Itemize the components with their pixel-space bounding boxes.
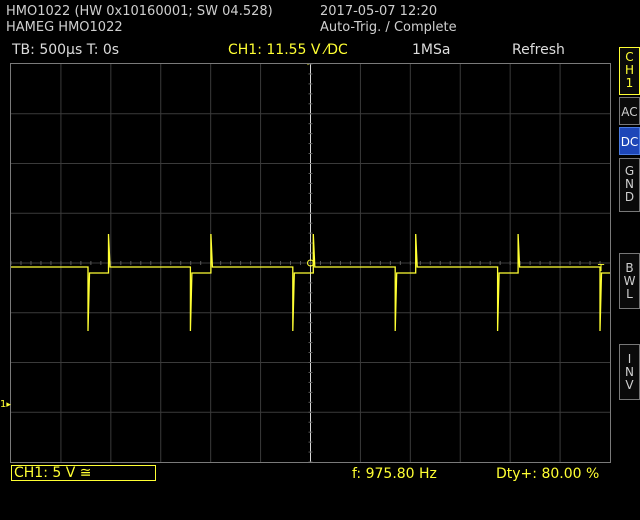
duty-cycle-readout: Dty+: 80.00 % (496, 466, 600, 482)
acquisition-mode[interactable]: Refresh (512, 41, 565, 59)
waveform-canvas: ▼ T (11, 64, 610, 462)
bwl-letter: L (626, 287, 633, 301)
inv-letter: V (625, 378, 634, 392)
gnd-softkey[interactable]: G N D (619, 158, 640, 212)
ground-level-marker[interactable]: 1▸ (0, 400, 11, 411)
frequency-readout: f: 975.80 Hz (352, 466, 437, 482)
channel-scale-box[interactable]: CH1: 5 V ≅ (11, 465, 156, 481)
channel-setting-readout[interactable]: CH1: 11.55 V ⁄DC (228, 41, 348, 59)
device-info: HMO1022 (HW 0x10160001; SW 04.528) (6, 4, 273, 19)
ac-coupling-softkey[interactable]: AC (619, 97, 640, 125)
svg-text:T: T (597, 263, 605, 274)
datetime: 2017-05-07 12:20 (320, 4, 438, 19)
device-model: HAMEG HMO1022 (6, 20, 123, 35)
bandwidth-limit-softkey[interactable]: B W L (619, 253, 640, 309)
timebase-readout[interactable]: TB: 500µs T: 0s (12, 41, 119, 59)
gnd-letter: D (624, 190, 635, 204)
trigger-level-marker: T (597, 263, 605, 274)
graticule (11, 64, 610, 462)
waveform-display[interactable]: ▼ T (10, 63, 611, 463)
channel1-softkey[interactable]: C H 1 (619, 47, 640, 95)
dc-coupling-softkey[interactable]: DC (619, 127, 640, 155)
invert-softkey[interactable]: I N V (619, 344, 640, 400)
trigger-status: Auto-Trig. / Complete (320, 20, 457, 35)
sample-rate-readout: 1MSa (412, 42, 451, 58)
trigger-position-marker: ▼ (304, 64, 312, 67)
channel-letter: 1 (625, 76, 634, 90)
